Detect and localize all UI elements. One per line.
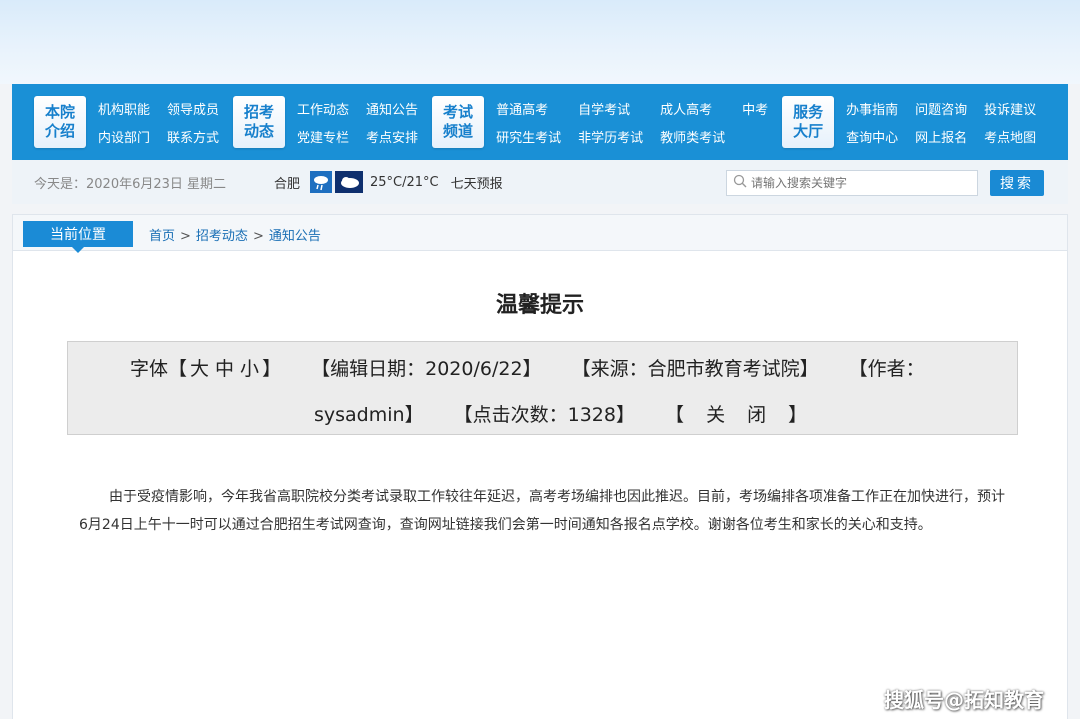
- search-icon: [733, 174, 747, 192]
- breadcrumb-separator: >: [180, 229, 191, 244]
- nav-link[interactable]: 研究生考试: [496, 127, 561, 146]
- font-label-close: 】: [262, 358, 282, 380]
- breadcrumb-notices[interactable]: 通知公告: [269, 229, 321, 244]
- nav-group-news: 招考动态 工作动态 党建专栏 通知公告 考点安排: [233, 94, 418, 150]
- nav-link[interactable]: 成人高考: [660, 99, 725, 118]
- nav-links-exams: 普通高考 研究生考试 自学考试 非学历考试 成人高考 教师类考试 中考: [496, 94, 768, 150]
- weather-city: 合肥: [274, 176, 301, 192]
- cloudy-icon: [335, 171, 364, 193]
- temperature: 25°C/21°C: [370, 174, 439, 190]
- font-label: 字体【: [130, 358, 188, 380]
- article-title: 温馨提示: [495, 293, 584, 318]
- nav-link[interactable]: 党建专栏: [297, 127, 349, 146]
- author-label: 【作者：: [848, 358, 925, 380]
- meta-line-1: 字体【大中小】 【编辑日期：2020/6/22】 【来源：合肥市教育考试院】 【…: [130, 354, 925, 381]
- nav-group-service: 服务大厅 办事指南 查询中心 问题咨询 网上报名 投诉建议 考点地图: [782, 94, 1036, 150]
- nav-badge-service[interactable]: 服务大厅: [782, 96, 835, 148]
- search-input[interactable]: [751, 176, 951, 190]
- nav-links-news: 工作动态 党建专栏 通知公告 考点安排: [297, 94, 418, 150]
- click-count: 【点击次数：1328】: [453, 404, 635, 426]
- article-meta: 字体【大中小】 【编辑日期：2020/6/22】 【来源：合肥市教育考试院】 【…: [67, 341, 1018, 435]
- nav-links-about: 机构职能 内设部门 领导成员 联系方式: [98, 94, 219, 150]
- nav-group-about: 本院介绍 机构职能 内设部门 领导成员 联系方式: [34, 94, 219, 150]
- breadcrumb-home[interactable]: 首页: [149, 229, 175, 244]
- nav-link[interactable]: 考点地图: [984, 127, 1036, 146]
- nav-link[interactable]: 考点安排: [366, 127, 418, 146]
- nav-link[interactable]: 内设部门: [98, 127, 150, 146]
- font-size-medium[interactable]: 中: [215, 358, 234, 380]
- nav-link[interactable]: 问题咨询: [915, 99, 967, 118]
- meta-line-2: sysadmin】 【点击次数：1328】 【 关 闭 】: [314, 400, 815, 427]
- content-panel: 当前位置 首页 > 招考动态 > 通知公告 温馨提示 字体【大中小】 【编辑日期：202…: [12, 214, 1068, 719]
- font-size-control: 字体【大中小】: [130, 358, 281, 380]
- nav-link[interactable]: 办事指南: [846, 99, 898, 118]
- nav-link[interactable]: 普通高考: [496, 99, 561, 118]
- rain-icon: [310, 171, 333, 193]
- author-name: sysadmin】: [314, 404, 424, 426]
- nav-badge-exams[interactable]: 考试频道: [432, 96, 485, 148]
- nav-link[interactable]: 中考: [742, 99, 768, 118]
- nav-link[interactable]: 网上报名: [915, 127, 967, 146]
- breadcrumb: 首页 > 招考动态 > 通知公告: [149, 225, 321, 244]
- current-location-tab: 当前位置: [23, 221, 133, 253]
- today-date: 今天是：2020年6月23日 星期二: [34, 176, 227, 192]
- search-button[interactable]: 搜索: [990, 170, 1044, 196]
- article-body: 由于受疫情影响，今年我省高职院校分类考试录取工作较往年延迟，高考考场编排也因此推…: [79, 489, 1005, 533]
- article-source: 【来源：合肥市教育考试院】: [571, 358, 819, 380]
- font-size-large[interactable]: 大: [190, 358, 209, 380]
- nav-badge-news[interactable]: 招考动态: [233, 96, 286, 148]
- nav-badge-about[interactable]: 本院介绍: [34, 96, 86, 148]
- main-nav: 本院介绍 机构职能 内设部门 领导成员 联系方式 招考动态 工作动态 党建专栏 …: [12, 84, 1068, 160]
- nav-link[interactable]: 机构职能: [98, 99, 150, 118]
- nav-group-exams: 考试频道 普通高考 研究生考试 自学考试 非学历考试 成人高考 教师类考试 中考: [432, 94, 768, 150]
- watermark: 搜狐号@拓知教育: [884, 688, 1044, 712]
- nav-link[interactable]: 领导成员: [167, 99, 219, 118]
- nav-link[interactable]: 教师类考试: [660, 127, 725, 146]
- breadcrumb-news[interactable]: 招考动态: [196, 229, 248, 244]
- nav-link[interactable]: 自学考试: [578, 99, 643, 118]
- top-banner: [0, 0, 1080, 84]
- breadcrumb-bar: 当前位置 首页 > 招考动态 > 通知公告: [13, 215, 1067, 253]
- close-button[interactable]: 【 关 闭 】: [665, 404, 815, 426]
- search-box[interactable]: [726, 170, 978, 196]
- nav-link[interactable]: 工作动态: [297, 99, 349, 118]
- breadcrumb-separator: >: [252, 229, 264, 244]
- nav-link[interactable]: 联系方式: [167, 127, 219, 146]
- nav-link[interactable]: 投诉建议: [984, 99, 1036, 118]
- nav-link[interactable]: 非学历考试: [578, 127, 643, 146]
- nav-links-service: 办事指南 查询中心 问题咨询 网上报名 投诉建议 考点地图: [846, 94, 1036, 150]
- nav-link[interactable]: 通知公告: [366, 99, 418, 118]
- font-size-small[interactable]: 小: [240, 358, 259, 380]
- info-bar: 今天是：2020年6月23日 星期二 合肥 25°C/21°C 七天预报 搜索: [12, 160, 1068, 204]
- seven-day-forecast-link[interactable]: 七天预报: [451, 173, 503, 192]
- edit-date: 【编辑日期：2020/6/22】: [311, 358, 542, 380]
- nav-link[interactable]: 查询中心: [846, 127, 898, 146]
